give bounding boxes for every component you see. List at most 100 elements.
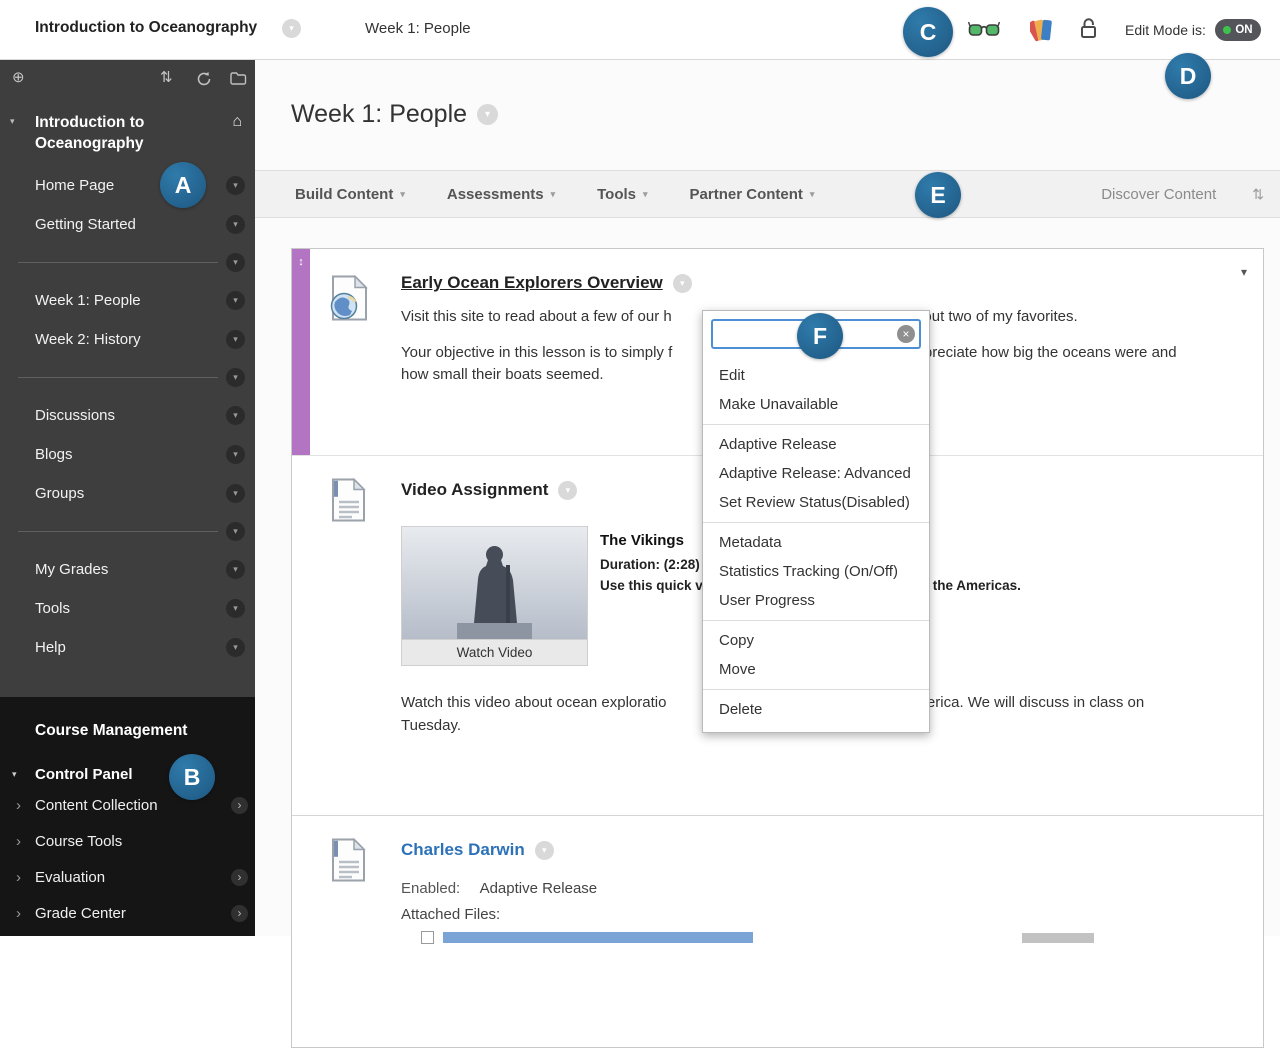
chevron-down-icon[interactable]: ▾: [226, 406, 245, 425]
menu-item-delete[interactable]: Delete: [703, 695, 929, 724]
sort-icon[interactable]: ⇅: [1252, 186, 1264, 203]
open-arrow-icon[interactable]: ›: [231, 868, 248, 886]
sidebar-item-help[interactable]: Help ▾: [0, 628, 255, 667]
refresh-icon[interactable]: [196, 71, 212, 87]
course-menu-expander-icon[interactable]: ▾: [10, 116, 15, 127]
sidebar-item-content-collection[interactable]: › Content Collection ›: [0, 787, 255, 823]
sidebar-item-groups[interactable]: Groups ▾: [0, 474, 255, 513]
document-icon: [330, 837, 366, 887]
menu-item-move[interactable]: Move: [703, 655, 929, 684]
unlock-icon[interactable]: [1078, 17, 1099, 40]
chevron-down-icon[interactable]: ▾: [226, 522, 245, 541]
sidebar-course-title: Introduction to Oceanography: [35, 112, 215, 154]
file-link-clipped[interactable]: [443, 932, 753, 943]
open-arrow-icon[interactable]: ›: [231, 796, 248, 814]
student-preview-icon[interactable]: [968, 21, 1000, 40]
sidebar-item-getting-started[interactable]: Getting Started ▾: [0, 205, 255, 244]
chevron-down-icon[interactable]: ▾: [226, 176, 245, 195]
sidebar-item-label: Getting Started: [35, 216, 136, 233]
watch-video-button[interactable]: Watch Video: [402, 639, 587, 665]
control-panel-expander-icon[interactable]: ▾: [12, 769, 17, 780]
enabled-label: Enabled:: [401, 880, 461, 897]
sidebar-item-week-1-people[interactable]: Week 1: People ▾: [0, 281, 255, 320]
chevron-down-icon[interactable]: ▾: [534, 840, 554, 860]
edit-mode-value: ON: [1235, 24, 1253, 36]
file-checkbox[interactable]: [421, 931, 434, 944]
sidebar-course-header[interactable]: ▾ Introduction to Oceanography ⌂: [0, 100, 255, 166]
sidebar-item-home-page[interactable]: Home Page ▾: [0, 166, 255, 205]
folder-view-icon[interactable]: [230, 72, 247, 85]
sidebar-item-label: Help: [35, 639, 66, 656]
build-content-menu[interactable]: Build Content ▾: [295, 186, 405, 203]
chevron-down-icon: ▾: [809, 188, 815, 199]
item-options-caret-icon[interactable]: ▾: [1241, 265, 1247, 279]
item-title[interactable]: Video Assignment: [401, 480, 548, 500]
tools-menu[interactable]: Tools ▾: [597, 186, 647, 203]
menu-item-edit[interactable]: Edit: [703, 361, 929, 390]
clear-search-icon[interactable]: ×: [897, 325, 915, 343]
add-menu-item-icon[interactable]: ⊕: [12, 69, 25, 87]
discover-content-button[interactable]: Discover Content: [1101, 186, 1216, 203]
chevron-down-icon[interactable]: ▾: [226, 638, 245, 657]
menu-item-statistics-tracking[interactable]: Statistics Tracking (On/Off): [703, 557, 929, 586]
sidebar-item-label: Blogs: [35, 446, 73, 463]
content-item-charles-darwin: Charles Darwin ▾ Enabled: Adaptive Relea…: [292, 816, 1263, 1056]
chevron-right-icon[interactable]: ›: [16, 833, 21, 850]
item-title-link[interactable]: Early Ocean Explorers Overview: [401, 273, 663, 293]
chevron-down-icon[interactable]: ▾: [226, 368, 245, 387]
sidebar-item-blogs[interactable]: Blogs ▾: [0, 435, 255, 474]
chevron-down-icon[interactable]: ▾: [226, 484, 245, 503]
course-title-line2: Oceanography: [35, 135, 144, 152]
reorder-icon[interactable]: ⇅: [160, 69, 173, 87]
open-arrow-icon[interactable]: ›: [231, 904, 248, 922]
chevron-right-icon[interactable]: ›: [16, 905, 21, 922]
drag-handle[interactable]: ↕: [292, 249, 310, 455]
chevron-right-icon[interactable]: ›: [16, 797, 21, 814]
chevron-down-icon[interactable]: ▾: [672, 273, 692, 293]
chevron-down-icon[interactable]: ▾: [226, 291, 245, 310]
sidebar-item-label: Tools: [35, 600, 71, 617]
sidebar-item-control-panel[interactable]: ▾ Control Panel: [0, 761, 255, 787]
attached-file-row[interactable]: [421, 931, 1203, 944]
home-icon[interactable]: ⌂: [232, 113, 242, 131]
top-header: Introduction to Oceanography ▾ Week 1: P…: [0, 0, 1280, 60]
sidebar-divider: ▾: [0, 359, 255, 396]
course-title-chevron-icon[interactable]: ▾: [282, 19, 301, 38]
menu-item-set-review-status[interactable]: Set Review Status(Disabled): [703, 488, 929, 517]
edit-mode-toggle[interactable]: ON: [1214, 19, 1261, 41]
menu-item-adaptive-release-advanced[interactable]: Adaptive Release: Advanced: [703, 459, 929, 488]
assessments-menu[interactable]: Assessments ▾: [447, 186, 555, 203]
sidebar-item-evaluation[interactable]: › Evaluation ›: [0, 859, 255, 895]
attached-files-label: Attached Files:: [401, 906, 501, 923]
theme-palette-icon[interactable]: [1030, 18, 1058, 42]
sidebar-item-my-grades[interactable]: My Grades ▾: [0, 550, 255, 589]
sidebar-item-discussions[interactable]: Discussions ▾: [0, 396, 255, 435]
chevron-down-icon[interactable]: ▾: [226, 560, 245, 579]
menu-item-metadata[interactable]: Metadata: [703, 528, 929, 557]
cm-item-label: Course Tools: [35, 832, 123, 850]
text-fragment: Visit this site to read about a few of o…: [401, 308, 672, 325]
chevron-down-icon[interactable]: ▾: [226, 445, 245, 464]
menu-item-make-unavailable[interactable]: Make Unavailable: [703, 390, 929, 419]
chevron-down-icon: ▾: [400, 188, 405, 199]
sidebar-item-grade-center[interactable]: › Grade Center ›: [0, 895, 255, 931]
sidebar-item-course-tools[interactable]: › Course Tools: [0, 823, 255, 859]
chevron-down-icon[interactable]: ▾: [226, 215, 245, 234]
page-title-chevron-icon[interactable]: ▾: [477, 104, 499, 125]
menu-item-copy[interactable]: Copy: [703, 626, 929, 655]
chevron-right-icon[interactable]: ›: [16, 869, 21, 886]
action-bar-right: Discover Content ⇅: [1101, 186, 1280, 203]
partner-content-menu[interactable]: Partner Content ▾: [690, 186, 815, 203]
chevron-down-icon[interactable]: ▾: [226, 330, 245, 349]
course-title-line1: Introduction to: [35, 114, 145, 131]
sidebar-item-week-2-history[interactable]: Week 2: History ▾: [0, 320, 255, 359]
menu-item-user-progress[interactable]: User Progress: [703, 586, 929, 615]
sidebar-item-tools[interactable]: Tools ▾: [0, 589, 255, 628]
chevron-down-icon[interactable]: ▾: [226, 253, 245, 272]
video-thumbnail[interactable]: [402, 527, 587, 639]
enabled-status: Enabled: Adaptive Release: [401, 880, 1203, 897]
chevron-down-icon[interactable]: ▾: [558, 480, 578, 500]
item-title-link[interactable]: Charles Darwin: [401, 840, 525, 860]
chevron-down-icon[interactable]: ▾: [226, 599, 245, 618]
menu-item-adaptive-release[interactable]: Adaptive Release: [703, 430, 929, 459]
